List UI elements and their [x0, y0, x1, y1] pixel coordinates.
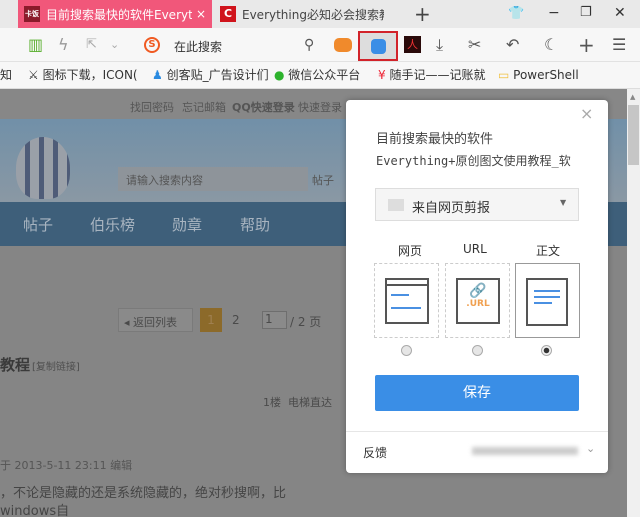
option-article[interactable] [515, 263, 580, 338]
divider [346, 431, 608, 432]
radio-article-selected[interactable] [541, 345, 552, 356]
search-type-select[interactable]: 帖子 [312, 172, 334, 188]
bookmark-icon: ¥ [378, 68, 390, 82]
bookmark[interactable]: ⚔ 图标下载，ICON( [28, 62, 138, 89]
post-body: ，不论是隐藏的还是系统隐藏的，绝对秒搜啊，比windows自 [0, 486, 287, 517]
site-search-input[interactable]: 请输入搜索内容 [118, 167, 308, 191]
copy-link[interactable]: [复制链接] [32, 358, 80, 373]
close-window-button[interactable]: ✕ [614, 5, 626, 21]
bookmark[interactable]: 知 [0, 62, 12, 89]
game-icon[interactable] [334, 38, 352, 52]
toolbar: ▥ ϟ ⇱ ⌄ S 在此搜索 ⚲ 人 ⤓ ✂ ↶ ☾ + ☰ [0, 28, 640, 62]
nav-item[interactable]: 伯乐榜 [90, 214, 135, 235]
wechat-icon: ● [274, 68, 289, 82]
link[interactable]: 快速登录 [298, 99, 342, 115]
clip-title-cont: Everything+原创图文使用教程_软 [376, 154, 571, 168]
clipper-button[interactable] [358, 31, 398, 61]
reader-icon[interactable]: ▥ [28, 28, 43, 62]
folder-select[interactable]: 来自网页剪报 ▼ [375, 188, 579, 221]
pdf-icon[interactable]: 人 [404, 36, 421, 53]
back-to-list-button[interactable]: ◂ 返回列表 [118, 308, 193, 332]
chevron-down-icon[interactable]: ⌄ [110, 28, 119, 62]
page-total: / 2 页 [290, 315, 322, 329]
floor-number: 1楼 [263, 396, 281, 409]
option-label: 网页 [398, 244, 423, 258]
article-icon [526, 278, 568, 326]
option-label: URL [463, 242, 487, 256]
new-tab-button[interactable]: + [414, 2, 431, 26]
chevron-down-icon: ▼ [560, 198, 567, 207]
close-icon[interactable]: × [580, 104, 593, 123]
scissors-icon[interactable]: ✂ [468, 28, 481, 62]
shirt-icon[interactable]: 👕 [508, 6, 524, 21]
option-webpage[interactable] [374, 263, 439, 338]
bookmark[interactable]: ♟ 创客贴_广告设计们 [152, 62, 269, 89]
thread-title: 教程 [0, 356, 31, 374]
feedback-link[interactable]: 反馈 [363, 444, 387, 461]
restore-button[interactable]: ❐ [580, 5, 592, 20]
moon-icon[interactable]: ☾ [544, 28, 558, 62]
tab-favicon: C [220, 6, 236, 22]
tab-favicon: 卡饭 [24, 6, 40, 22]
page-2-button[interactable]: 2 [232, 313, 240, 327]
option-label: 正文 [536, 244, 561, 258]
link[interactable]: QQ快速登录 [232, 99, 295, 115]
nav-item[interactable]: 帮助 [240, 214, 270, 235]
bookmark-icon: ♟ [152, 68, 167, 82]
balloon-logo [16, 137, 70, 199]
tab-bar: 卡饭 目前搜索最快的软件Everything × C Everything必知必… [0, 0, 640, 28]
tab-title: 目前搜索最快的软件Everything [46, 7, 192, 22]
undo-icon[interactable]: ↶ [506, 28, 519, 62]
download-icon[interactable]: ⤓ [436, 28, 443, 62]
radio-url[interactable] [472, 345, 483, 356]
nav-item[interactable]: 帖子 [23, 214, 53, 235]
chevron-down-icon[interactable]: ⌄ [586, 442, 595, 455]
clip-title: 目前搜索最快的软件 [376, 132, 494, 147]
folder-icon: ▭ [498, 68, 514, 82]
page-input[interactable]: 1 [262, 311, 287, 329]
close-tab-icon[interactable]: × [196, 7, 206, 21]
link[interactable]: 找回密码 [130, 99, 174, 115]
share-icon[interactable]: ⇱ [86, 28, 97, 62]
nav-item[interactable]: 勋章 [172, 214, 202, 235]
save-button[interactable]: 保存 [375, 375, 579, 411]
scroll-up-arrow[interactable]: ▲ [630, 93, 635, 101]
bookmark[interactable]: ▭ PowerShell [498, 62, 579, 89]
option-url[interactable]: 🔗 .URL [445, 263, 510, 338]
lightning-icon[interactable]: ϟ [58, 28, 69, 62]
search-icon[interactable]: ⚲ [304, 28, 314, 62]
bookmarks-bar: 知 ⚔ 图标下载，ICON( ♟ 创客贴_广告设计们 ● 微信公众平台 ¥ 随手… [0, 62, 640, 89]
web-clipper-popup: × 目前搜索最快的软件 Everything+原创图文使用教程_软 来自网页剪报… [346, 100, 608, 473]
floor-jump[interactable]: 电梯直达 [288, 394, 332, 410]
tab-active[interactable]: 卡饭 目前搜索最快的软件Everything × [18, 0, 212, 28]
bookmark-icon: ⚔ [28, 68, 43, 82]
account-email-blurred[interactable] [472, 447, 578, 455]
folder-name: 来自网页剪报 [412, 201, 491, 216]
tab-inactive[interactable]: C Everything必知必会搜索教程 [214, 0, 390, 28]
scrollbar[interactable]: ▲ [627, 89, 640, 517]
link[interactable]: 忘记邮箱 [182, 99, 226, 115]
tab-title: Everything必知必会搜索教程 [242, 7, 384, 22]
add-icon[interactable]: + [578, 28, 595, 62]
bookmark[interactable]: ¥ 随手记——记账就 [378, 62, 485, 89]
note-icon [371, 39, 386, 54]
bookmark[interactable]: ● 微信公众平台 [274, 62, 360, 89]
scroll-thumb[interactable] [628, 105, 639, 165]
search-engine-icon[interactable]: S [144, 37, 160, 53]
page-1-button[interactable]: 1 [200, 308, 222, 332]
search-input[interactable]: 在此搜索 [174, 38, 222, 55]
menu-icon[interactable]: ☰ [612, 28, 626, 62]
post-time: 于 2013-5-11 23:11 编辑 [0, 459, 133, 472]
radio-webpage[interactable] [401, 345, 412, 356]
webpage-icon [385, 278, 429, 324]
folder-icon [388, 199, 404, 211]
url-icon: 🔗 .URL [456, 278, 500, 324]
minimize-button[interactable]: − [548, 5, 560, 21]
